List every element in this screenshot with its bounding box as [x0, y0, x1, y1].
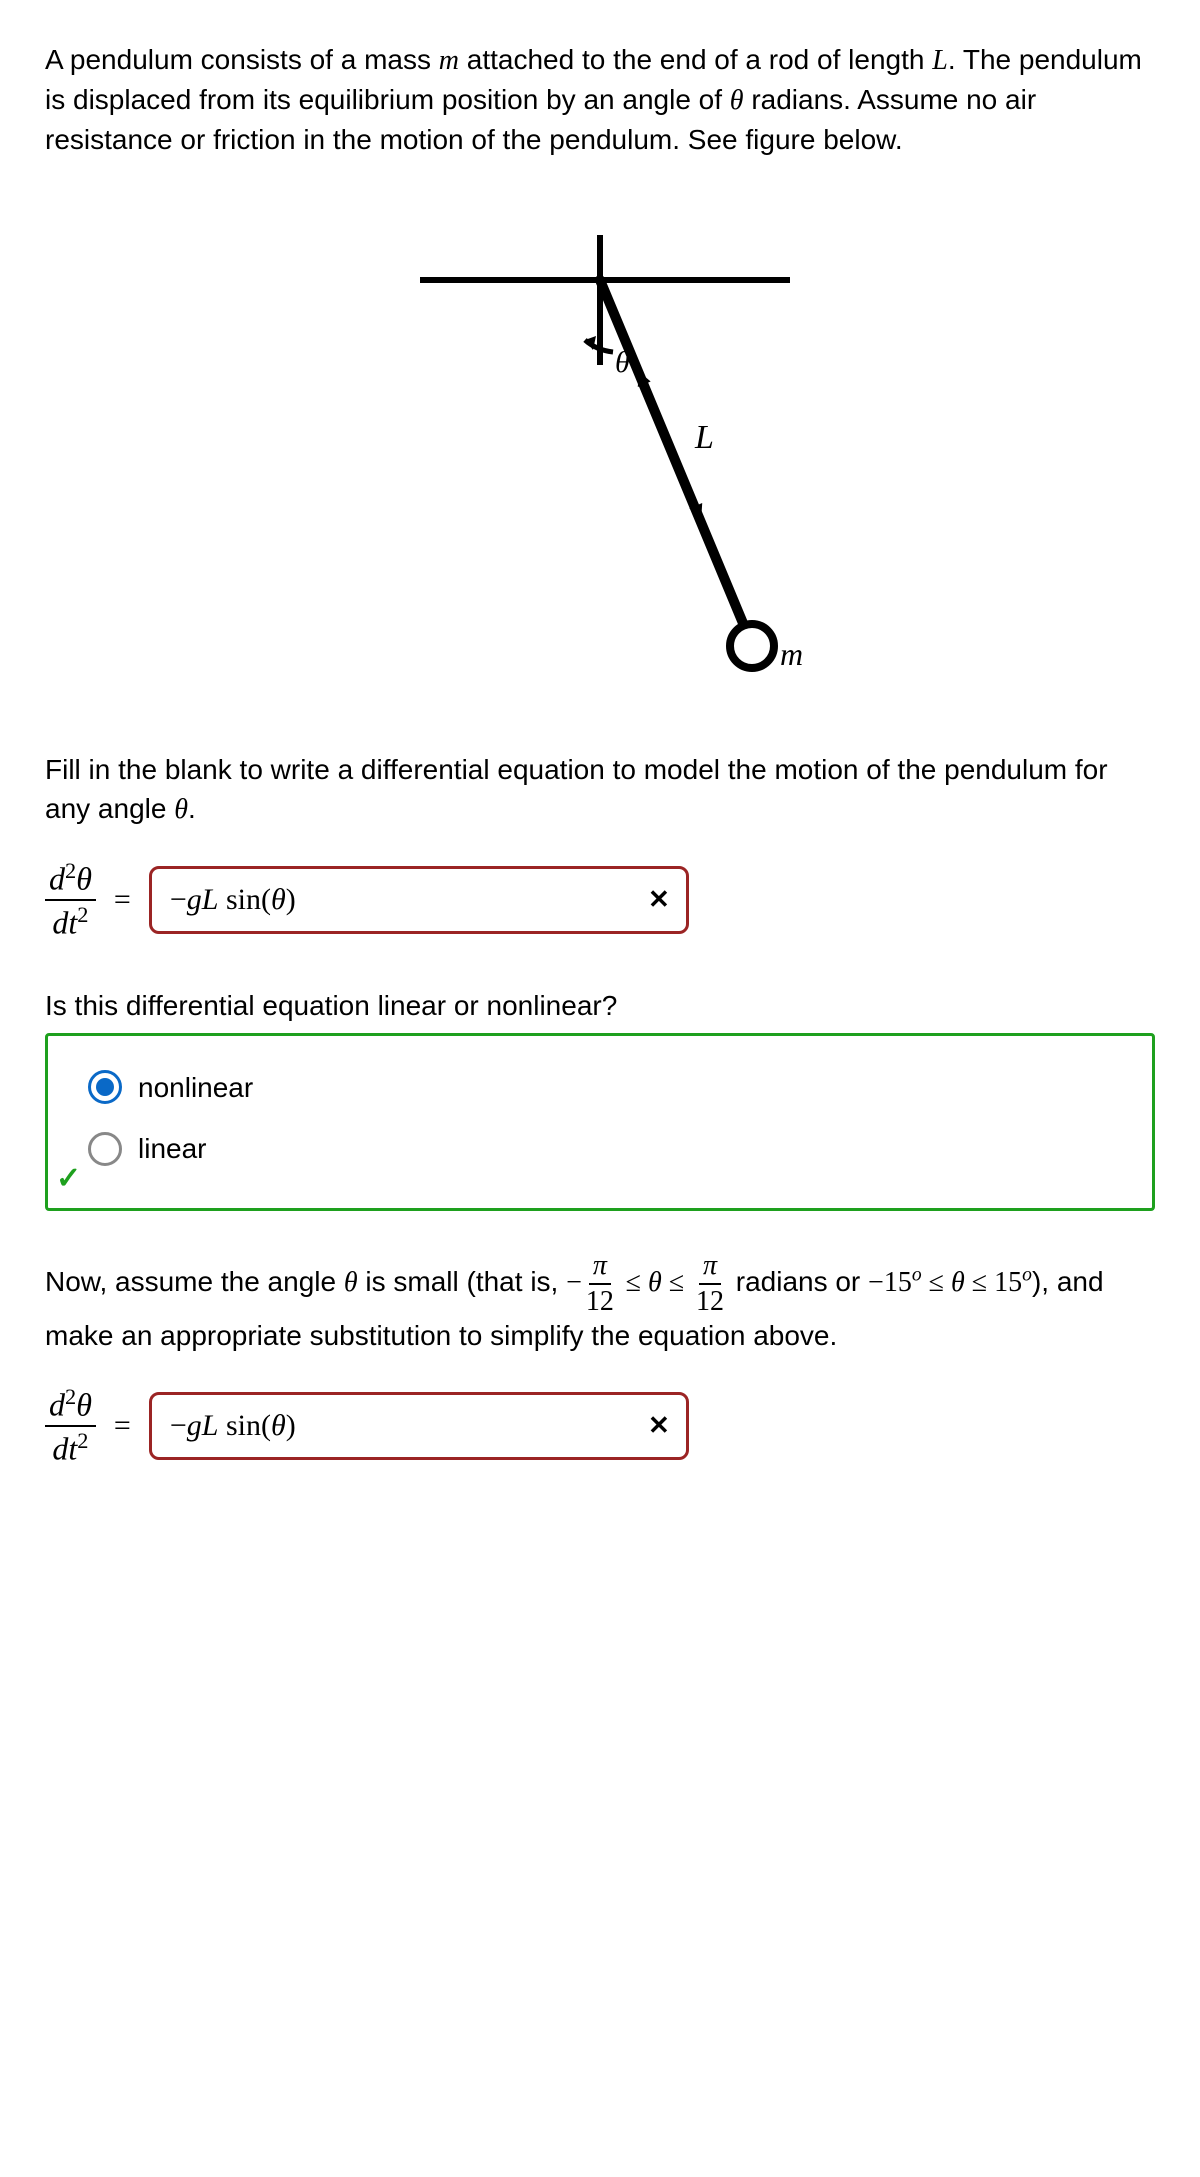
wrong-icon: ✕ — [648, 1408, 670, 1444]
q2-radio-group: nonlinear linear ✓ — [45, 1033, 1155, 1211]
theta-label: θ — [615, 346, 630, 379]
radio-label: linear — [138, 1129, 206, 1168]
problem-intro: A pendulum consists of a mass m attached… — [45, 40, 1155, 160]
q1-prompt: Fill in the blank to write a differentia… — [45, 750, 1155, 829]
q1-equation: d2θ dt2 = −gL sin(θ) ✕ — [45, 859, 1155, 941]
equals-sign: = — [114, 1405, 131, 1447]
radio-linear[interactable]: linear — [88, 1129, 1112, 1168]
q3-prompt: Now, assume the angle θ is small (that i… — [45, 1251, 1155, 1355]
correct-icon: ✓ — [56, 1158, 81, 1200]
q1-answer-input[interactable]: −gL sin(θ) ✕ — [149, 866, 689, 934]
mass-label: m — [780, 636, 803, 672]
q3-answer-input[interactable]: −gL sin(θ) ✕ — [149, 1392, 689, 1460]
q3-equation: d2θ dt2 = −gL sin(θ) ✕ — [45, 1385, 1155, 1467]
q1-lhs: d2θ dt2 — [45, 859, 96, 941]
pendulum-figure: θ L m — [45, 200, 1155, 690]
radio-nonlinear[interactable]: nonlinear — [88, 1068, 1112, 1107]
length-label: L — [694, 419, 714, 456]
equals-sign: = — [114, 879, 131, 921]
radio-checked-icon — [88, 1070, 122, 1104]
wrong-icon: ✕ — [648, 882, 670, 918]
radio-unchecked-icon — [88, 1132, 122, 1166]
q3-lhs: d2θ dt2 — [45, 1385, 96, 1467]
radio-label: nonlinear — [138, 1068, 253, 1107]
q2-prompt: Is this differential equation linear or … — [45, 986, 1155, 1025]
